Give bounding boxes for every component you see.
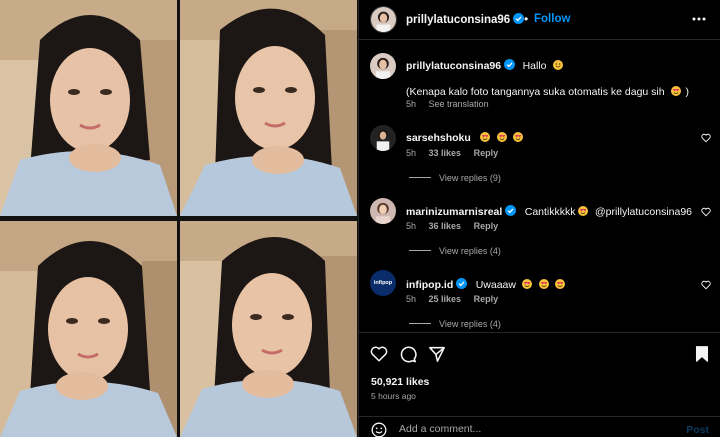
smile-emoji [552, 60, 563, 70]
post-detail-panel: prillylatuconsina96 • Follow prillylatuc… [358, 0, 720, 437]
caption-text-1: Hallo [522, 60, 547, 72]
caption-text-2: (Kenapa kalo foto tangannya suka otomati… [406, 86, 665, 98]
heart-eyes-emoji [538, 279, 549, 289]
comment-row-1: sarsehshoku [406, 128, 524, 146]
comment-likes[interactable]: 36 likes [429, 221, 462, 231]
selfie-photo-4 [180, 221, 357, 437]
heart-eyes-emoji [671, 86, 682, 96]
post-timestamp: 5 hours ago [371, 391, 416, 401]
comments-list[interactable]: prillylatuconsina96 Hallo (Kenapa kalo f… [359, 41, 720, 332]
comment-row-2: marinizumarnisreal Cantikkkkk @prillylat… [406, 202, 692, 220]
comment-time: 5h [406, 294, 417, 304]
see-translation-link[interactable]: See translation [429, 99, 489, 109]
caption-line-2: (Kenapa kalo foto tangannya suka otomati… [406, 82, 689, 100]
comment-text: Cantikkkkk [524, 206, 576, 218]
replies-divider [409, 323, 431, 324]
verified-badge-icon [513, 13, 525, 24]
reply-button[interactable]: Reply [474, 221, 499, 231]
caption-text-2-end: ) [685, 86, 690, 98]
caption-username[interactable]: prillylatuconsina96 [406, 60, 501, 72]
comment-time: 5h [406, 148, 417, 158]
author-username[interactable]: prillylatuconsina96 [406, 13, 525, 26]
comment-row-3: infipop.id Uwaaaw [406, 275, 566, 293]
heart-icon[interactable] [370, 345, 388, 363]
bookmark-icon[interactable] [693, 345, 711, 363]
heart-eyes-emoji [555, 279, 566, 289]
comment-time: 5h [406, 221, 417, 231]
caption-avatar[interactable] [370, 53, 396, 79]
comment-text: Uwaaaw [475, 279, 516, 291]
likes-count[interactable]: 50,921 likes [371, 376, 429, 388]
heart-icon[interactable] [701, 280, 711, 290]
view-replies-button[interactable]: View replies (4) [409, 319, 501, 329]
verified-badge-icon [505, 205, 517, 216]
reply-button[interactable]: Reply [474, 148, 499, 158]
comment-username[interactable]: infipop.id [406, 279, 453, 291]
selfie-photo-2 [180, 0, 357, 216]
smile-icon[interactable] [371, 422, 387, 437]
comment-emojis [478, 128, 524, 145]
comment-username[interactable]: sarsehshoku [406, 132, 471, 144]
comment-meta: 5h 33 likes Reply [406, 148, 508, 158]
caption-meta: 5h See translation [406, 99, 499, 109]
post-header: prillylatuconsina96 • Follow [359, 0, 720, 40]
view-replies-label[interactable]: View replies (4) [439, 319, 501, 329]
selfie-photo-1 [0, 0, 177, 216]
heart-icon[interactable] [701, 133, 711, 143]
heart-eyes-emoji [480, 132, 491, 142]
post-media-collage[interactable] [0, 0, 358, 437]
heart-eyes-emoji [577, 206, 588, 216]
post-actions: 50,921 likes 5 hours ago Post [359, 332, 720, 437]
view-replies-label[interactable]: View replies (4) [439, 246, 501, 256]
comment-username[interactable]: marinizumarnisreal [406, 206, 502, 218]
caption-time: 5h [406, 99, 417, 109]
view-replies-button[interactable]: View replies (9) [409, 173, 501, 183]
comment-meta: 5h 25 likes Reply [406, 294, 508, 304]
replies-divider [409, 250, 431, 251]
heart-eyes-emoji [513, 132, 524, 142]
comment-composer: Post [359, 416, 720, 437]
share-icon[interactable] [428, 345, 446, 363]
reply-button[interactable]: Reply [474, 294, 499, 304]
comment-avatar[interactable] [370, 125, 396, 151]
caption-line-1: prillylatuconsina96 Hallo [406, 56, 563, 74]
more-options-icon[interactable] [691, 11, 707, 27]
comment-likes[interactable]: 25 likes [429, 294, 462, 304]
comment-input[interactable] [399, 423, 669, 435]
comment-meta: 5h 36 likes Reply [406, 221, 508, 231]
view-replies-label[interactable]: View replies (9) [439, 173, 501, 183]
comment-icon[interactable] [399, 345, 417, 363]
replies-divider [409, 177, 431, 178]
selfie-photo-3 [0, 221, 177, 437]
comment-mention[interactable]: @prillylatuconsina96 [595, 206, 692, 218]
header-separator: • [524, 12, 529, 26]
view-replies-button[interactable]: View replies (4) [409, 246, 501, 256]
verified-badge-icon [504, 59, 516, 70]
comment-avatar[interactable] [370, 198, 396, 224]
author-avatar[interactable] [370, 6, 397, 33]
comment-likes[interactable]: 33 likes [429, 148, 462, 158]
infipop-logo-text: infipop [373, 280, 393, 286]
verified-badge-icon [456, 278, 468, 289]
comment-avatar[interactable]: infipop [370, 270, 396, 296]
post-comment-button[interactable]: Post [686, 424, 709, 436]
heart-eyes-emoji [496, 132, 507, 142]
heart-icon[interactable] [701, 207, 711, 217]
follow-button[interactable]: Follow [534, 13, 570, 25]
author-username-text[interactable]: prillylatuconsina96 [406, 14, 510, 26]
heart-eyes-emoji [522, 279, 533, 289]
